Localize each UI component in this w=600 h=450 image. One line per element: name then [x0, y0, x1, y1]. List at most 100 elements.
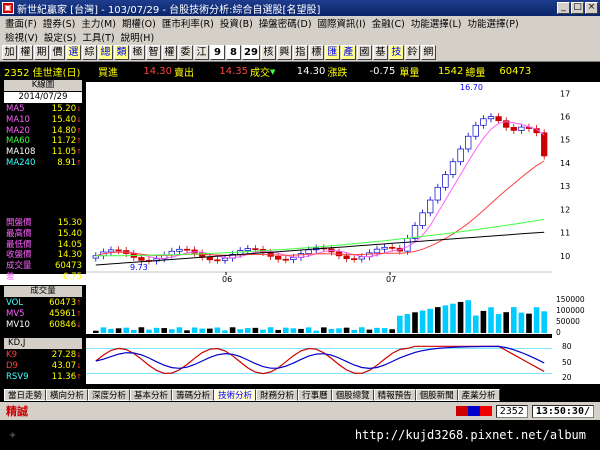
candle [214, 259, 221, 262]
price-row: 最高價 15.40 [6, 229, 82, 240]
volume-bar [404, 314, 411, 333]
tab-10[interactable]: 個股新聞 [415, 389, 458, 401]
ma-row: MA108 11.05↑ [6, 147, 82, 158]
toolbar-button-24[interactable]: 技 [388, 45, 404, 60]
toolbar-button-10[interactable]: 權 [162, 45, 177, 60]
toolbar-button-16[interactable]: 核 [260, 45, 276, 60]
change-value: -0.75 [369, 66, 396, 77]
tab-11[interactable]: 產業分析 [457, 389, 500, 401]
volume-bar [374, 327, 380, 333]
volume-bar [336, 328, 342, 333]
deal-price: 14.30 [296, 66, 326, 77]
toolbar-button-6[interactable]: 總 [98, 45, 113, 60]
minimize-icon[interactable]: _ [557, 2, 570, 14]
tab-6[interactable]: 財務分析 [256, 389, 299, 401]
candle [381, 246, 388, 250]
toolbar-button-0[interactable]: 加 [2, 45, 17, 60]
quote-symbol[interactable]: 2352 佳世達(日) [4, 64, 90, 79]
candle [419, 212, 426, 226]
technical-chart[interactable]: 10 11 12 13 14 15 16 17 06 07 16.70 9.73 150000 10000… [0, 80, 600, 386]
vol-value: 60846↓ [49, 320, 82, 331]
tab-5[interactable]: 技術分析 [214, 389, 257, 401]
volume-bar [153, 327, 160, 333]
toolbar-button-20[interactable]: 匯 [324, 45, 340, 60]
menu-item-mrow1-6[interactable]: 操盤密碼(D) [256, 16, 315, 30]
menu-item-mrow2-0[interactable]: 檢視(V) [2, 30, 41, 44]
volume-bar [343, 327, 350, 333]
symbol-input[interactable]: 2352 [495, 404, 528, 418]
toolbar-button-13[interactable]: 9 [210, 45, 225, 60]
vol-arrow-icon: ↑ [76, 309, 82, 318]
price-value-text: 60473 [54, 261, 82, 272]
price-name: 收盤價 [6, 250, 32, 261]
toolbar-button-1[interactable]: 權 [18, 45, 33, 60]
toolbar-button-7[interactable]: 類 [114, 45, 129, 60]
menu-item-mrow2-2[interactable]: 工具(T) [79, 30, 117, 44]
ma-row: MA60 11.72↑ [6, 136, 82, 147]
toolbar-button-19[interactable]: 標 [308, 45, 324, 60]
tab-7[interactable]: 行事曆 [298, 389, 332, 401]
volume-bar [518, 312, 525, 333]
ma-value: 14.80↑ [52, 126, 82, 137]
toolbar-button-12[interactable]: 江 [194, 45, 209, 60]
menu-item-mrow2-3[interactable]: 說明(H) [118, 30, 158, 44]
ma-row: MA10 15.40↓ [6, 115, 82, 126]
ma-arrow-icon: ↓ [76, 115, 82, 124]
toolbar-button-21[interactable]: 產 [340, 45, 356, 60]
menu-item-mrow1-4[interactable]: 匯市利率(R) [159, 16, 217, 30]
kd-row: D9 43.07↓ [6, 361, 82, 372]
maximize-icon[interactable]: □ [571, 2, 584, 14]
menu-item-mrow1-7[interactable]: 國際資訊(I) [315, 16, 369, 30]
menu-item-mrow1-5[interactable]: 投資(B) [217, 16, 256, 30]
volume-bar [511, 307, 517, 333]
price-value: 14.30 [58, 250, 82, 261]
menu-item-mrow1-9[interactable]: 功能選擇(L) [408, 16, 465, 30]
tab-2[interactable]: 深度分析 [88, 389, 131, 401]
menu-item-mrow1-3[interactable]: 期權(O) [119, 16, 159, 30]
tab-1[interactable]: 橫向分析 [46, 389, 89, 401]
volume-bar [207, 328, 213, 333]
toolbar-button-15[interactable]: 29 [242, 45, 260, 60]
app-logo-icon[interactable]: ▣ [2, 2, 14, 14]
toolbar-button-11[interactable]: 委 [178, 45, 193, 60]
price-name: 最低價 [6, 239, 32, 250]
volume-bar [138, 327, 145, 333]
toolbar-button-2[interactable]: 期 [34, 45, 49, 60]
volume-bar [412, 312, 418, 333]
menu-item-mrow1-0[interactable]: 畫面(F) [2, 16, 40, 30]
kline-plot-area[interactable] [86, 82, 552, 274]
toolbar-button-8[interactable]: 極 [130, 45, 145, 60]
toolbar-button-18[interactable]: 指 [292, 45, 308, 60]
toolbar-button-23[interactable]: 基 [372, 45, 388, 60]
indicator-panel: K線圖 2014/07/29 成交量 KD,J MA5 15.20↓ MA10 15.… [0, 80, 84, 386]
menu-item-mrow1-10[interactable]: 功能選擇(P) [465, 16, 522, 30]
menu-item-mrow1-1[interactable]: 證券(S) [40, 16, 78, 30]
tab-4[interactable]: 籌碼分析 [172, 389, 215, 401]
toolbar-button-5[interactable]: 綜 [82, 45, 97, 60]
toolbar-button-14[interactable]: 8 [226, 45, 241, 60]
toolbar-button-4[interactable]: 選 [66, 45, 81, 60]
toolbar-button-22[interactable]: 國 [356, 45, 372, 60]
toolbar-button-3[interactable]: 價 [50, 45, 65, 60]
toolbar-button-17[interactable]: 興 [276, 45, 292, 60]
ma-row: MA240 8.91↑ [6, 158, 82, 169]
toolbar-button-26[interactable]: 網 [420, 45, 436, 60]
tab-0[interactable]: 當日走勢 [4, 389, 47, 401]
menu-item-mrow1-2[interactable]: 主力(M) [78, 16, 119, 30]
kd-value: 27.28↓ [52, 350, 82, 361]
tab-3[interactable]: 基本分析 [130, 389, 173, 401]
toolbar-button-9[interactable]: 智 [146, 45, 161, 60]
tab-8[interactable]: 個股總覽 [331, 389, 374, 401]
menu-item-mrow1-8[interactable]: 金融(C) [369, 16, 408, 30]
volume-bar [275, 329, 281, 333]
menu-item-mrow2-1[interactable]: 設定(S) [41, 30, 79, 44]
close-icon[interactable]: × [585, 2, 598, 14]
toolbar-button-25[interactable]: 鈴 [404, 45, 420, 60]
tab-9[interactable]: 精報預告 [373, 389, 416, 401]
volume-bar [328, 328, 335, 333]
volume-bar [267, 327, 274, 333]
price-value-text: -0.75 [60, 272, 82, 282]
volume-bar [108, 328, 114, 333]
volume-bar [146, 329, 152, 333]
ma-value-text: 11.72 [51, 136, 77, 147]
